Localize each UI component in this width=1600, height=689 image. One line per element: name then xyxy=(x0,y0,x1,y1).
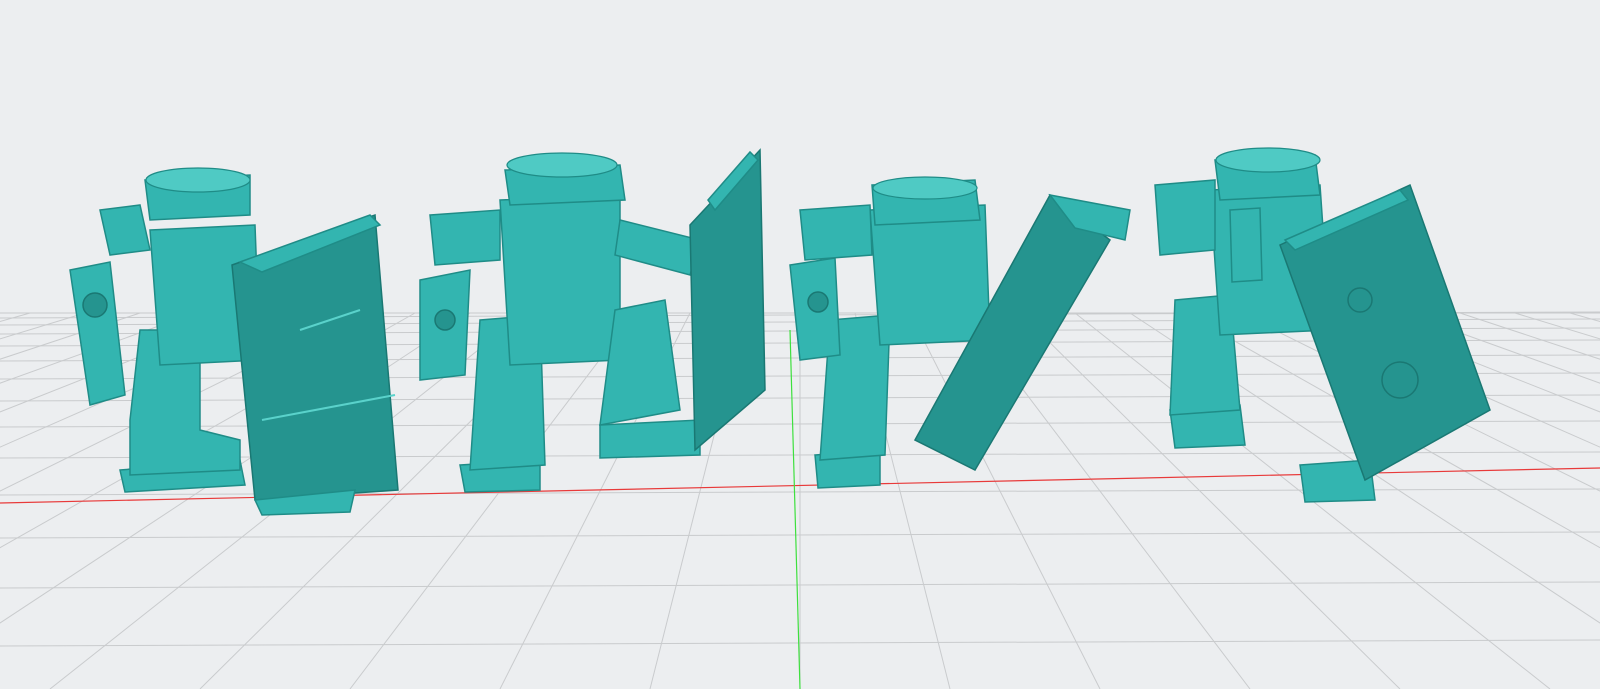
3d-viewport[interactable] xyxy=(0,0,1600,689)
